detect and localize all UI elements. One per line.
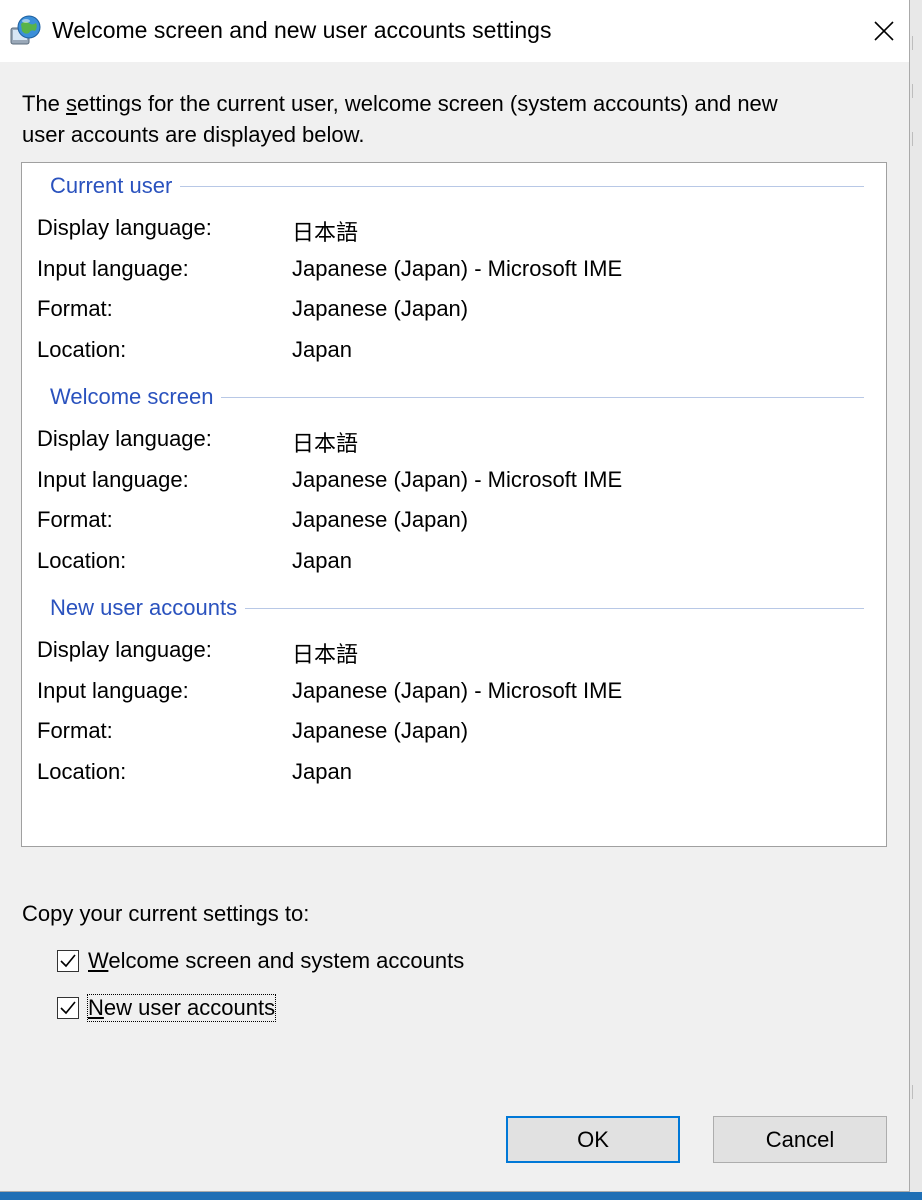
section-header-new-user-accounts: New user accounts <box>50 593 864 623</box>
setting-value: Japan <box>292 337 352 362</box>
edge-mark <box>912 132 921 146</box>
welcome-screen-checkbox[interactable] <box>57 950 79 972</box>
description-mnemonic: s <box>66 91 78 116</box>
description-prefix: The <box>22 91 67 116</box>
edge-mark <box>912 36 921 50</box>
section-header-current-user: Current user <box>50 171 864 201</box>
copy-settings-label: Copy your current settings to: <box>22 901 310 926</box>
description-text: The settings for the current user, welco… <box>22 88 882 150</box>
section-divider <box>221 396 864 398</box>
welcome-screen-checkbox-label[interactable]: Welcome screen and system accounts <box>88 948 464 974</box>
setting-key: Input language: <box>37 678 189 703</box>
setting-key: Format: <box>37 718 113 743</box>
edge-mark <box>912 84 921 98</box>
ok-button[interactable]: OK <box>506 1116 680 1163</box>
setting-key: Location: <box>37 759 127 784</box>
setting-value: 日本語 <box>292 431 359 456</box>
dialog-window: Welcome screen and new user accounts set… <box>0 0 910 1192</box>
description-line1: ettings for the current user, welcome sc… <box>77 91 778 116</box>
settings-panel: Current user Display language: 日本語 Input… <box>21 162 887 847</box>
title-bar: Welcome screen and new user accounts set… <box>0 0 909 62</box>
setting-key: Input language: <box>37 467 189 492</box>
welcome-mnemonic: W <box>88 948 109 973</box>
setting-value: Japanese (Japan) - Microsoft IME <box>292 467 623 492</box>
new-user-accounts-checkbox[interactable] <box>57 997 79 1019</box>
setting-key: Location: <box>37 548 127 573</box>
setting-key: Display language: <box>37 426 212 451</box>
setting-value: Japanese (Japan) <box>292 507 469 532</box>
background-window-edge <box>910 0 922 1200</box>
new-user-accounts-checkbox-row[interactable]: New user accounts <box>57 992 277 1024</box>
welcome-label-rest: elcome screen and system accounts <box>108 948 465 973</box>
section-divider <box>180 185 864 187</box>
setting-key: Display language: <box>37 215 212 240</box>
setting-key: Location: <box>37 337 127 362</box>
section-title: New user accounts <box>50 595 238 620</box>
setting-value: Japan <box>292 548 352 573</box>
section-title: Welcome screen <box>50 384 214 409</box>
close-icon <box>874 21 894 41</box>
setting-value: Japan <box>292 759 352 784</box>
setting-value: Japanese (Japan) - Microsoft IME <box>292 256 623 281</box>
section-title: Current user <box>50 173 173 198</box>
new-user-mnemonic: N <box>88 995 104 1020</box>
welcome-screen-checkbox-row[interactable]: Welcome screen and system accounts <box>57 945 464 977</box>
checkmark-icon <box>60 954 76 968</box>
edge-mark <box>912 1085 921 1099</box>
setting-value: 日本語 <box>292 642 359 667</box>
setting-key: Format: <box>37 507 113 532</box>
description-line2: user accounts are displayed below. <box>22 122 365 147</box>
new-user-label-rest: ew user accounts <box>103 995 276 1020</box>
setting-value: 日本語 <box>292 220 359 245</box>
setting-key: Format: <box>37 296 113 321</box>
setting-value: Japanese (Japan) - Microsoft IME <box>292 678 623 703</box>
setting-key: Display language: <box>37 637 212 662</box>
new-user-accounts-checkbox-label[interactable]: New user accounts <box>86 994 277 1022</box>
cancel-button[interactable]: Cancel <box>713 1116 887 1163</box>
globe-settings-icon <box>8 14 42 48</box>
checkmark-icon <box>60 1001 76 1015</box>
setting-key: Input language: <box>37 256 189 281</box>
taskbar-edge <box>0 1192 922 1200</box>
setting-value: Japanese (Japan) <box>292 718 469 743</box>
window-title: Welcome screen and new user accounts set… <box>52 17 552 43</box>
section-header-welcome-screen: Welcome screen <box>50 382 864 412</box>
section-divider <box>245 607 864 609</box>
close-button[interactable] <box>862 10 906 52</box>
setting-value: Japanese (Japan) <box>292 296 469 321</box>
